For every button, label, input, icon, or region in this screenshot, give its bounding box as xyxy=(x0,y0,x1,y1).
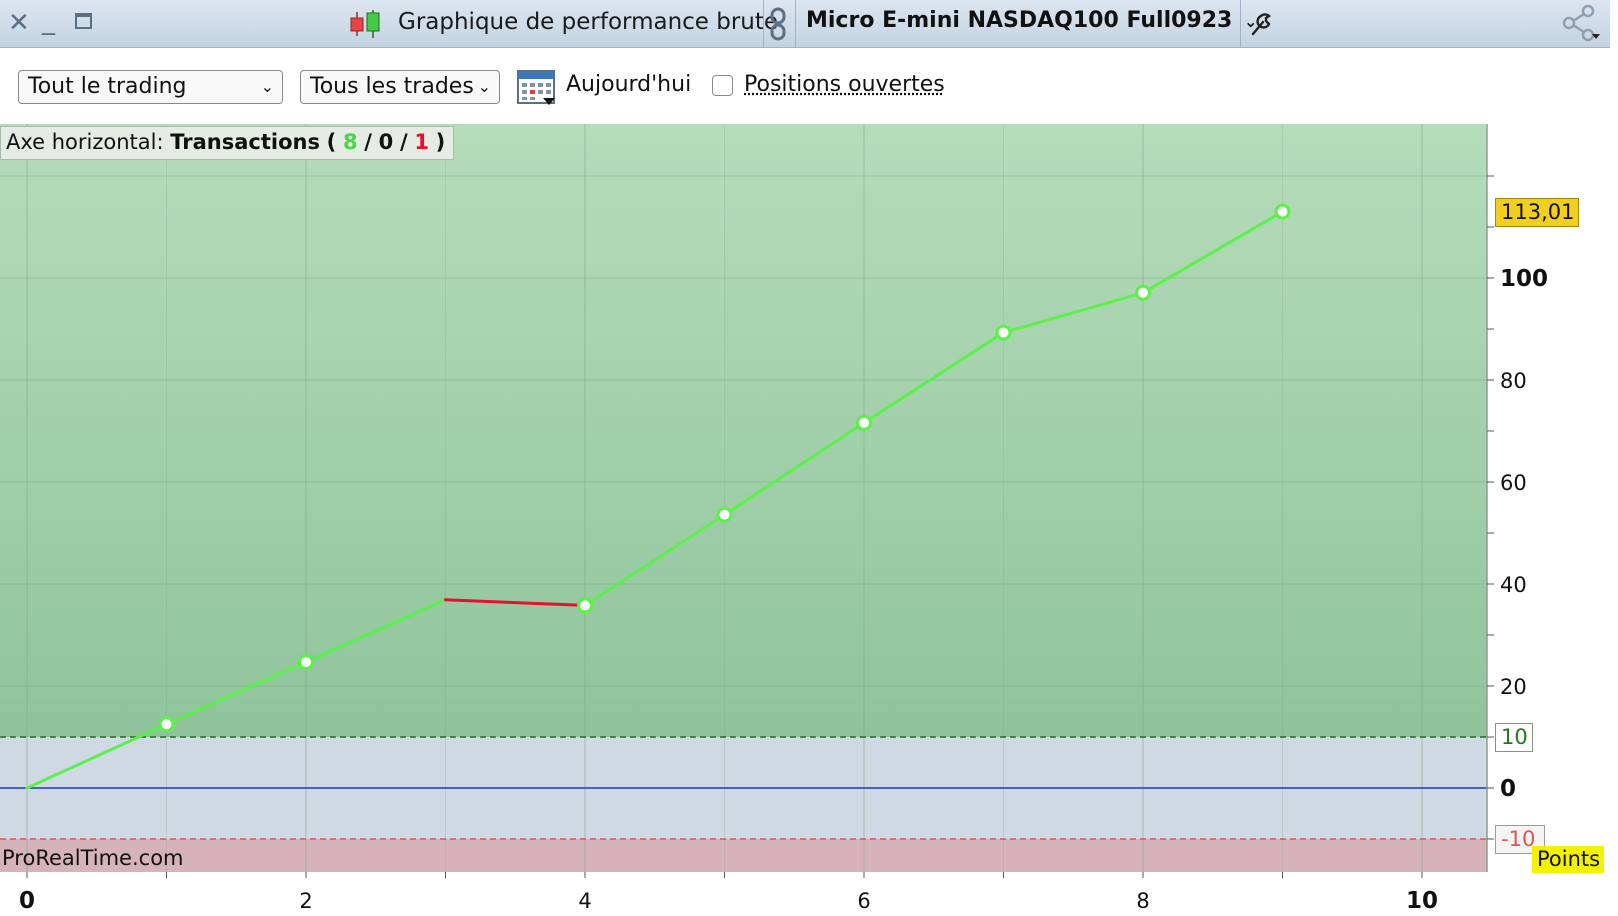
share-icon[interactable] xyxy=(1560,4,1600,42)
loss-count: 1 xyxy=(414,130,429,154)
instrument-selector[interactable]: Micro E-mini NASDAQ100 Full0923 ⌄ xyxy=(806,8,1257,33)
window-title: Graphique de performance brute xyxy=(398,9,779,35)
minimize-icon[interactable]: _ xyxy=(42,4,55,38)
axis-prefix: Axe horizontal: xyxy=(6,130,164,154)
candlestick-chart-icon xyxy=(348,8,382,40)
trading-scope-value: Tout le trading xyxy=(28,74,187,99)
units-badge: Points xyxy=(1532,846,1604,873)
current-value-badge: 113,01 xyxy=(1495,197,1579,227)
axis-info-label: Axe horizontal: Transactions ( 8 / 0 / 1… xyxy=(0,126,455,160)
win-count: 8 xyxy=(342,130,358,154)
instrument-name: Micro E-mini NASDAQ100 Full0923 xyxy=(806,8,1233,33)
x-tick-label: 4 xyxy=(578,889,591,913)
trades-filter-value: Tous les trades xyxy=(310,74,474,99)
trade-point xyxy=(1135,284,1151,301)
neutral-count: 0 xyxy=(378,130,394,154)
y-tick-label: 20 xyxy=(1500,675,1527,699)
trade-point xyxy=(995,324,1012,341)
y-tick-label: 60 xyxy=(1500,471,1527,495)
x-tick-label: 8 xyxy=(1136,889,1149,913)
wrench-icon[interactable] xyxy=(1247,8,1277,38)
trading-scope-select[interactable]: Tout le trading ⌄ xyxy=(18,70,283,104)
date-label: Aujourd'hui xyxy=(566,72,692,97)
y-tick-label: 80 xyxy=(1500,369,1527,393)
y-tick-label: 0 xyxy=(1500,776,1516,802)
chevron-down-icon: ⌄ xyxy=(477,77,491,96)
upper-threshold-badge: 10 xyxy=(1495,723,1533,752)
link-icon[interactable] xyxy=(767,6,789,42)
y-tick-label: 100 xyxy=(1500,266,1548,292)
trade-point xyxy=(158,716,175,733)
axis-close-paren: ) xyxy=(435,130,446,154)
x-tick-label: 0 xyxy=(19,888,35,914)
close-icon[interactable]: ✕ xyxy=(8,6,30,40)
x-tick-label: 2 xyxy=(299,889,312,913)
profit-zone xyxy=(0,124,1487,737)
trade-point xyxy=(1274,203,1291,220)
trade-point xyxy=(856,414,872,431)
right-edge-strip xyxy=(1610,0,1618,916)
title-bar: ✕ _ Graphique de performance brute Micro… xyxy=(0,0,1610,48)
x-tick-label: 10 xyxy=(1406,888,1438,914)
axis-mode: Transactions xyxy=(170,130,320,154)
y-tick-label: 40 xyxy=(1500,573,1527,597)
open-positions-label[interactable]: Positions ouvertes xyxy=(744,72,945,97)
trade-point xyxy=(577,597,593,614)
trades-filter-select[interactable]: Tous les trades ⌄ xyxy=(300,70,500,104)
calendar-icon[interactable] xyxy=(516,66,556,106)
sep-2: / xyxy=(399,130,408,154)
open-positions-checkbox[interactable] xyxy=(712,75,733,96)
trade-point xyxy=(298,654,314,671)
axis-open-paren: ( xyxy=(326,130,337,154)
watermark: ProRealTime.com xyxy=(2,846,184,870)
performance-chart: 020406080100 0 2 4 6 8 10 xyxy=(0,124,1610,916)
x-tick-label: 6 xyxy=(857,889,870,913)
maximize-icon[interactable] xyxy=(75,13,92,29)
chevron-down-icon: ⌄ xyxy=(260,77,274,96)
trade-point xyxy=(716,506,733,523)
loss-zone xyxy=(0,839,1487,872)
sep-1: / xyxy=(364,130,372,154)
